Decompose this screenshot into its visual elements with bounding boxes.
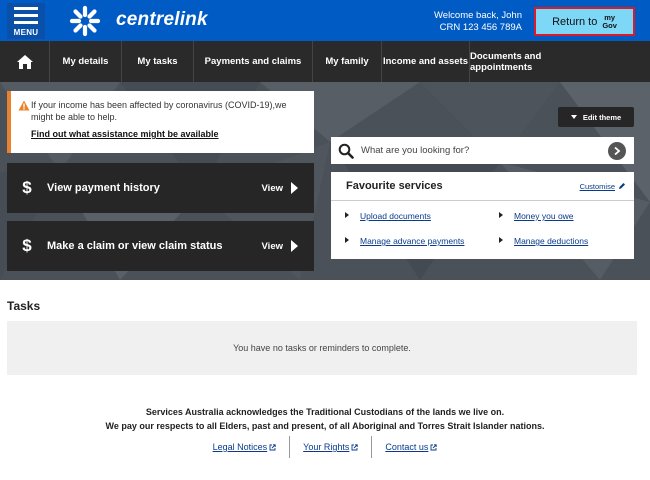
search-submit-button[interactable] bbox=[608, 141, 626, 160]
arrow-right-icon bbox=[614, 146, 621, 155]
welcome-info: Welcome back, John CRN 123 456 789A bbox=[434, 10, 522, 34]
ack-line-1: Services Australia acknowledges the Trad… bbox=[145, 407, 505, 417]
hamburger-icon bbox=[14, 7, 38, 28]
main-nav: My details My tasks Payments and claims … bbox=[0, 41, 650, 82]
tasks-empty-panel: You have no tasks or reminders to comple… bbox=[7, 321, 637, 375]
return-label: Return to bbox=[552, 15, 598, 28]
covid-alert: If your income has been affected by coro… bbox=[7, 91, 314, 153]
mygov-bottom: Gov bbox=[602, 20, 617, 30]
legal-notices-link[interactable]: Legal Notices bbox=[200, 442, 290, 452]
fav-money-you-owe[interactable]: Money you owe bbox=[514, 211, 574, 221]
menu-label: MENU bbox=[13, 28, 39, 37]
external-link-icon bbox=[269, 443, 276, 450]
crn-line: CRN 123 456 789A bbox=[439, 22, 522, 33]
welcome-line: Welcome back, John bbox=[433, 10, 522, 21]
pencil-icon[interactable] bbox=[618, 182, 626, 190]
favourite-services-title: Favourite services bbox=[346, 180, 443, 192]
search-icon bbox=[331, 143, 361, 159]
hero-section: If your income has been affected by coro… bbox=[0, 82, 650, 280]
make-claim-button[interactable]: $ Make a claim or view claim status View bbox=[7, 221, 314, 271]
nav-my-details[interactable]: My details bbox=[50, 41, 122, 82]
chevron-right-icon bbox=[291, 182, 298, 194]
bullet-arrow-icon bbox=[499, 237, 503, 243]
external-link-icon bbox=[351, 443, 359, 450]
your-rights-label: Your Rights bbox=[303, 442, 350, 452]
acknowledgement: Services Australia acknowledges the Trad… bbox=[0, 405, 650, 433]
contact-us-label: Contact us bbox=[385, 442, 429, 452]
tasks-empty-message: You have no tasks or reminders to comple… bbox=[233, 343, 411, 353]
mygov-logo: my Gov bbox=[602, 13, 617, 30]
alert-assistance-link[interactable]: Find out what assistance might be availa… bbox=[31, 129, 304, 139]
edit-theme-label: Edit theme bbox=[582, 112, 622, 122]
brand-name[interactable]: centrelink bbox=[116, 9, 208, 31]
menu-button[interactable]: MENU bbox=[7, 3, 45, 39]
ack-line-2: We pay our respects to all Elders, past … bbox=[105, 421, 545, 431]
warning-icon bbox=[18, 100, 30, 111]
fav-manage-advance-payments[interactable]: Manage advance payments bbox=[360, 236, 464, 246]
dollar-icon: $ bbox=[22, 236, 32, 255]
chevron-right-icon bbox=[291, 240, 298, 252]
bullet-arrow-icon bbox=[499, 212, 503, 218]
external-link-icon bbox=[430, 443, 438, 450]
return-to-mygov-button[interactable]: Return to my Gov bbox=[534, 7, 635, 36]
legal-notices-label: Legal Notices bbox=[212, 442, 268, 452]
fav-upload-documents[interactable]: Upload documents bbox=[360, 211, 431, 221]
bullet-arrow-icon bbox=[345, 212, 349, 218]
nav-home[interactable] bbox=[0, 41, 50, 82]
search-input[interactable] bbox=[361, 145, 608, 156]
nav-income-and-assets[interactable]: Income and assets bbox=[382, 41, 470, 82]
search-bar bbox=[331, 137, 634, 164]
your-rights-link[interactable]: Your Rights bbox=[290, 442, 371, 452]
dollar-icon: $ bbox=[22, 178, 32, 197]
nav-documents-and-appointments[interactable]: Documents and appointments bbox=[470, 41, 600, 82]
action-title: Make a claim or view claim status bbox=[47, 240, 223, 252]
chevron-down-icon bbox=[570, 115, 577, 119]
centrelink-star-logo-icon[interactable] bbox=[68, 4, 102, 38]
action-title: View payment history bbox=[47, 182, 160, 194]
view-payment-history-button[interactable]: $ View payment history View bbox=[7, 163, 314, 213]
contact-us-link[interactable]: Contact us bbox=[372, 442, 450, 452]
footer-links: Legal Notices Your Rights Contact us bbox=[0, 436, 650, 458]
site-header: MENU centrelink Welcome back, John CRN 1… bbox=[0, 0, 650, 41]
favourite-services-header: Favourite services Customise bbox=[331, 172, 634, 201]
edit-theme-button[interactable]: Edit theme bbox=[558, 107, 634, 127]
action-view-label: View bbox=[261, 240, 283, 252]
home-icon bbox=[16, 54, 33, 69]
action-view-label: View bbox=[261, 182, 283, 194]
fav-manage-deductions[interactable]: Manage deductions bbox=[514, 236, 588, 246]
bullet-arrow-icon bbox=[345, 237, 349, 243]
nav-payments-and-claims[interactable]: Payments and claims bbox=[194, 41, 313, 82]
nav-my-tasks[interactable]: My tasks bbox=[122, 41, 194, 82]
tasks-heading: Tasks bbox=[7, 299, 41, 313]
nav-my-family[interactable]: My family bbox=[313, 41, 382, 82]
favourite-services-panel: Favourite services Customise Upload docu… bbox=[331, 172, 634, 259]
alert-message: If your income has been affected by coro… bbox=[31, 100, 287, 122]
customise-link[interactable]: Customise bbox=[580, 182, 615, 191]
